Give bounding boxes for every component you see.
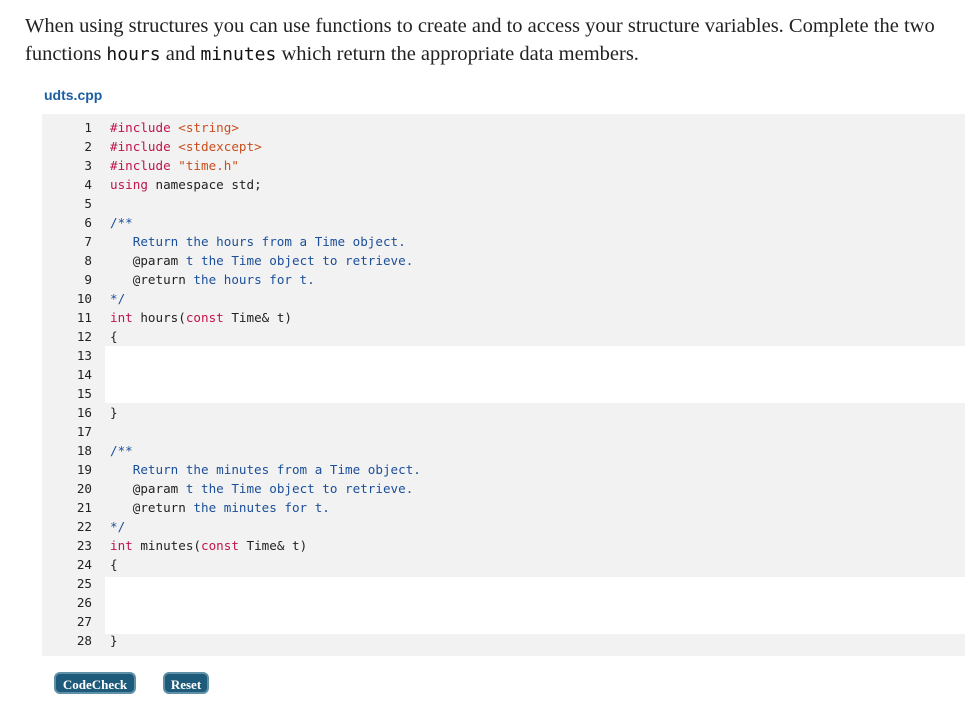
doc-tag: @return [110,500,186,515]
minutes-body-input[interactable] [105,577,965,634]
line-number: 1 [84,120,92,135]
code-line: 6 /** [42,213,965,232]
line-number: 24 [76,557,92,572]
minutes-function-name: minutes [200,44,277,65]
hours-body-input[interactable] [105,346,965,403]
code-line: 3 #include "time.h" [42,156,965,175]
comment: */ [110,519,126,534]
code-line: 9 @return the hours for t. [42,270,965,289]
line-number: 9 [84,272,92,287]
keyword: const [185,310,224,325]
keyword: #include [110,139,179,154]
comment: Return the minutes from a Time object. [110,462,421,477]
codecheck-button[interactable]: CodeCheck [54,672,136,694]
code-line: 10 */ [42,289,965,308]
code-editor: 1 #include <string> 2 #include <stdexcept>… [42,114,965,656]
line-number: 23 [76,538,92,553]
code-text: namespace std; [147,177,262,192]
code-line: 12 { [42,327,965,346]
string-literal: <stdexcept> [178,139,262,154]
line-number: 18 [76,443,92,458]
line-number: 7 [84,234,92,249]
code-text: } [110,633,118,648]
doc-tag: @param [110,481,179,496]
comment: the minutes for t. [185,500,330,515]
instructions: When using structures you can use functi… [25,12,950,69]
code-line: 24 { [42,555,965,574]
line-number: 13 [76,348,92,363]
reset-button[interactable]: Reset [163,672,209,694]
code-line: 20 @param t the Time object to retrieve. [42,479,965,498]
line-number: 17 [76,424,92,439]
line-number: 21 [76,500,92,515]
keyword: #include [110,158,179,173]
line-number: 22 [76,519,92,534]
line-number: 16 [76,405,92,420]
code-line: 19 Return the minutes from a Time object… [42,460,965,479]
code-line: 23 int minutes(const Time& t) [42,536,965,555]
code-line: 8 @param t the Time object to retrieve. [42,251,965,270]
line-number: 5 [84,196,92,211]
doc-tag: @return [110,272,186,287]
code-line: 16} [42,403,965,422]
line-number: 25 [76,576,92,591]
code-line: 18 /** [42,441,965,460]
line-number: 3 [84,158,92,173]
code-line: 22 */ [42,517,965,536]
code-line: 2 #include <stdexcept> [42,137,965,156]
code-line: 17 [42,422,965,441]
string-literal: "time.h" [178,158,239,173]
line-number: 20 [76,481,92,496]
line-number: 8 [84,253,92,268]
code-text: Time& t) [223,310,292,325]
code-text: { [110,557,118,572]
comment: /** [110,443,133,458]
keyword: int [110,538,133,553]
instructions-text-3: which return the appropriate data member… [276,43,639,65]
string-literal: <string> [178,120,239,135]
line-number: 10 [76,291,92,306]
code-line: 1 #include <string> [42,118,965,137]
comment: t the Time object to retrieve. [178,481,414,496]
instructions-text-2: and [160,43,201,65]
keyword: int [110,310,133,325]
line-number: 6 [84,215,92,230]
line-number: 4 [84,177,92,192]
line-number: 2 [84,139,92,154]
code-text: } [110,405,118,420]
comment: */ [110,291,126,306]
hours-function-name: hours [106,44,161,65]
comment: Return the hours from a Time object. [110,234,406,249]
keyword: const [201,538,239,553]
comment: /** [110,215,133,230]
file-name-label: udts.cpp [44,87,103,103]
line-number: 28 [76,633,92,648]
keyword: using [110,177,148,192]
code-text: Time& t) [238,538,308,553]
code-line: 11 int hours(const Time& t) [42,308,965,327]
line-number: 26 [76,595,92,610]
comment: t the Time object to retrieve. [178,253,414,268]
code-line: 21 @return the minutes for t. [42,498,965,517]
line-number: 19 [76,462,92,477]
line-number: 12 [76,329,92,344]
code-line: 7 Return the hours from a Time object. [42,232,965,251]
code-text: hours( [132,310,186,325]
doc-tag: @param [110,253,179,268]
code-line: 4 using namespace std; [42,175,965,194]
code-line: 5 [42,194,965,213]
line-number: 14 [76,367,92,382]
keyword: #include [110,120,179,135]
line-number: 27 [76,614,92,629]
code-text: minutes( [132,538,201,553]
line-number: 11 [76,310,92,325]
line-number: 15 [76,386,92,401]
comment: the hours for t. [185,272,315,287]
code-text: { [110,329,118,344]
